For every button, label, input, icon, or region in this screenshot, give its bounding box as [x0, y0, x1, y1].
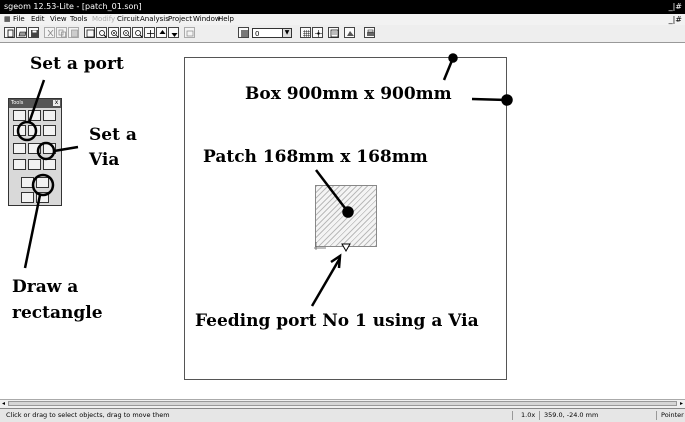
status-bar: Click or drag to select objects, drag to… [0, 408, 685, 422]
status-hint: Click or drag to select objects, drag to… [6, 411, 170, 419]
callout-draw-rectangle [23, 173, 55, 269]
callout-set-via [36, 141, 79, 161]
callout-set-port [16, 79, 46, 142]
scroll-left-icon[interactable]: ◂ [0, 400, 7, 407]
scroll-thumb[interactable] [8, 401, 677, 406]
status-divider [512, 411, 513, 420]
callout-feeding-port [310, 253, 342, 307]
status-divider [539, 411, 540, 420]
status-coordinates: 359.0, -24.0 mm [544, 411, 599, 419]
annotation-overlay [16, 53, 513, 307]
horizontal-scrollbar[interactable]: ◂ ▸ [0, 399, 685, 408]
callout-patch [315, 169, 354, 218]
scroll-right-icon[interactable]: ▸ [678, 400, 685, 407]
status-mode: Pointer [661, 411, 684, 419]
callout-box [442, 53, 513, 106]
status-divider [656, 411, 657, 420]
status-zoom: 1.0x [521, 411, 536, 419]
